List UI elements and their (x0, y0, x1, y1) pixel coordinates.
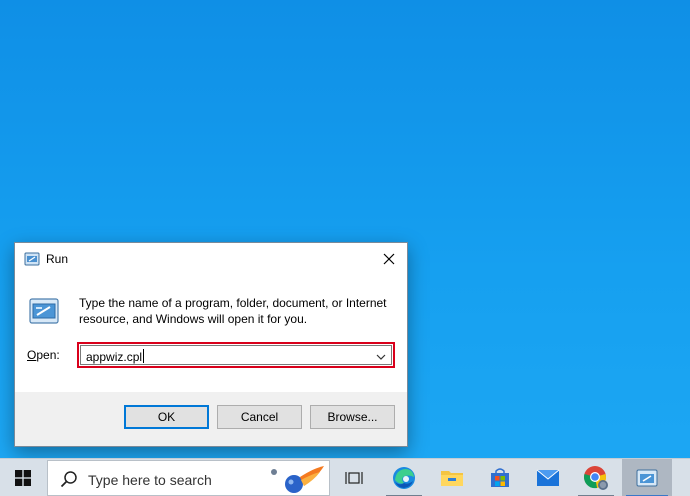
browse-button[interactable]: Browse... (310, 405, 395, 429)
store-icon (491, 468, 509, 487)
dialog-body: Type the name of a program, folder, docu… (15, 275, 407, 392)
open-input[interactable]: appwiz.cpl (86, 349, 145, 364)
open-input-frame: appwiz.cpl (80, 345, 392, 365)
search-placeholder: Type here to search (88, 472, 212, 488)
mail-button[interactable] (524, 459, 572, 496)
run-taskbar-button[interactable] (622, 459, 672, 496)
close-button[interactable] (371, 243, 407, 275)
store-button[interactable] (476, 459, 524, 496)
task-view-icon (345, 472, 363, 484)
start-button[interactable] (0, 459, 46, 496)
search-icon (60, 471, 77, 488)
edge-icon (393, 467, 415, 489)
run-icon (24, 252, 40, 266)
mail-icon (536, 469, 560, 486)
taskbar: Type here to search (0, 458, 690, 496)
open-combobox[interactable]: appwiz.cpl (77, 342, 395, 368)
chrome-icon (584, 466, 608, 490)
ok-button[interactable]: OK (124, 405, 209, 429)
open-label-accesskey: O (27, 348, 37, 362)
dialog-titlebar[interactable]: Run (15, 243, 407, 275)
open-label-text: pen: (36, 348, 60, 362)
dialog-description: Type the name of a program, folder, docu… (79, 296, 387, 326)
run-dialog: Run Type the name of a program, folder, … (14, 242, 408, 447)
run-icon (636, 469, 658, 487)
dialog-title: Run (46, 252, 69, 266)
file-explorer-button[interactable] (428, 459, 476, 496)
open-input-value: appwiz.cpl (86, 350, 143, 364)
close-icon (383, 253, 395, 265)
run-app-icon (29, 298, 59, 324)
task-view-button[interactable] (330, 459, 378, 496)
chrome-button[interactable] (572, 459, 620, 496)
text-caret (143, 349, 145, 363)
chevron-down-icon[interactable] (376, 353, 386, 361)
windows-start-icon (15, 470, 31, 486)
file-explorer-icon (441, 471, 463, 486)
search-highlight-icon (264, 466, 324, 493)
taskbar-search-box[interactable]: Type here to search (47, 460, 330, 496)
cancel-button[interactable]: Cancel (217, 405, 302, 429)
open-label: Open: (27, 348, 60, 362)
edge-button[interactable] (380, 459, 428, 496)
